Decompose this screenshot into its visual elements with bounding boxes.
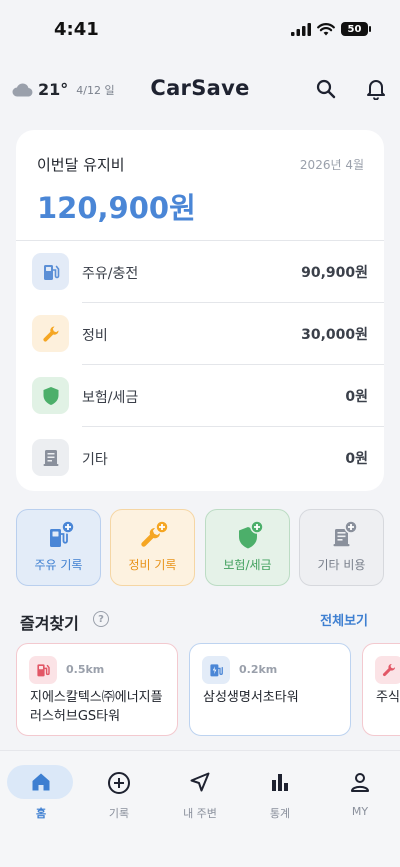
- quick-action-label: 주유 기록: [34, 558, 83, 572]
- summary-title: 이번달 유지비: [37, 156, 125, 174]
- bell-icon: [367, 80, 385, 100]
- battery-indicator: 50: [341, 22, 371, 36]
- quick-action-label: 기타 비용: [317, 558, 366, 572]
- cost-row-other[interactable]: 기타 0원: [16, 427, 384, 489]
- status-icons: 50: [291, 22, 371, 36]
- cost-value: 0원: [345, 451, 368, 467]
- cost-row-insurance[interactable]: 보험/세금 0원: [16, 365, 384, 427]
- favorite-distance: 0.5km: [66, 663, 105, 676]
- bottom-tab-bar: 홈 기록 내 주변 통계 MY: [0, 750, 400, 867]
- bar-chart-icon: [247, 771, 313, 797]
- cost-label: 주유/충전: [82, 266, 139, 282]
- add-other-expense-button[interactable]: 기타 비용: [299, 509, 384, 586]
- tab-records[interactable]: 기록: [86, 765, 152, 825]
- favorite-card[interactable]: 0.2km 삼성생명서초타워: [189, 643, 351, 736]
- tab-nearby[interactable]: 내 주변: [167, 765, 233, 825]
- home-icon: [8, 771, 74, 797]
- wrench-icon: [375, 656, 400, 684]
- status-time: 4:41: [54, 19, 99, 40]
- favorite-name: 지에스칼텍스㈜에너지플러스허브GS타워: [30, 690, 163, 724]
- add-maintenance-record-button[interactable]: 정비 기록: [110, 509, 195, 586]
- shield-icon: [32, 377, 69, 414]
- search-icon: [316, 79, 336, 99]
- favorite-name: 삼성생명서초타워: [203, 690, 299, 705]
- receipt-add-icon: [300, 520, 383, 552]
- fuel-pump-icon: [32, 253, 69, 290]
- app-header: 21° 4/12 일 CarSave: [0, 64, 400, 114]
- cellular-signal-icon: [291, 22, 311, 36]
- quick-action-label: 보험/세금: [223, 558, 272, 572]
- see-all-link[interactable]: 전체보기: [320, 610, 368, 629]
- search-button[interactable]: [313, 76, 339, 102]
- favorite-card[interactable]: 주식: [362, 643, 400, 736]
- cost-value: 30,000원: [301, 327, 368, 343]
- tab-label: 내 주변: [183, 807, 217, 820]
- app-title: CarSave: [150, 76, 250, 100]
- quick-action-label: 정비 기록: [128, 558, 177, 572]
- wifi-icon: [317, 22, 335, 35]
- cost-label: 정비: [82, 328, 108, 344]
- status-bar: 4:41 50: [0, 0, 400, 58]
- add-fuel-record-button[interactable]: 주유 기록: [16, 509, 101, 586]
- summary-total: 120,900원: [37, 191, 196, 225]
- tab-statistics[interactable]: 통계: [247, 765, 313, 825]
- tab-label: 기록: [108, 807, 130, 820]
- tab-label: 통계: [269, 807, 291, 820]
- tab-home[interactable]: 홈: [7, 765, 74, 825]
- receipt-icon: [32, 439, 69, 476]
- fuel-pump-add-icon: [17, 520, 100, 552]
- help-icon[interactable]: ?: [93, 611, 109, 627]
- add-insurance-record-button[interactable]: 보험/세금: [205, 509, 290, 586]
- person-icon: [327, 771, 393, 797]
- favorites-title: 즐겨찾기: [20, 614, 79, 633]
- fuel-pump-icon: [29, 656, 57, 684]
- notifications-button[interactable]: [363, 76, 389, 102]
- summary-month: 2026년 4월: [299, 158, 364, 172]
- ev-charger-icon: [202, 656, 230, 684]
- favorite-distance: 0.2km: [239, 663, 278, 676]
- wrench-add-icon: [111, 520, 194, 552]
- navigation-arrow-icon: [167, 771, 233, 797]
- cost-label: 기타: [82, 452, 108, 468]
- tab-label: MY: [351, 805, 369, 818]
- cost-label: 보험/세금: [82, 390, 139, 406]
- wrench-icon: [32, 315, 69, 352]
- shield-add-icon: [206, 520, 289, 552]
- cost-value: 90,900원: [301, 265, 368, 281]
- favorite-card[interactable]: 0.5km 지에스칼텍스㈜에너지플러스허브GS타워: [16, 643, 178, 736]
- cost-row-maintenance[interactable]: 정비 30,000원: [16, 303, 384, 365]
- favorite-name: 주식: [376, 690, 400, 705]
- plus-circle-icon: [86, 771, 152, 797]
- tab-my[interactable]: MY: [327, 765, 393, 825]
- cost-row-fuel[interactable]: 주유/충전 90,900원: [16, 241, 384, 303]
- monthly-cost-card: 이번달 유지비 2026년 4월 120,900원 주유/충전 90,900원 …: [16, 130, 384, 491]
- tab-label: 홈: [35, 807, 47, 820]
- cost-value: 0원: [345, 389, 368, 405]
